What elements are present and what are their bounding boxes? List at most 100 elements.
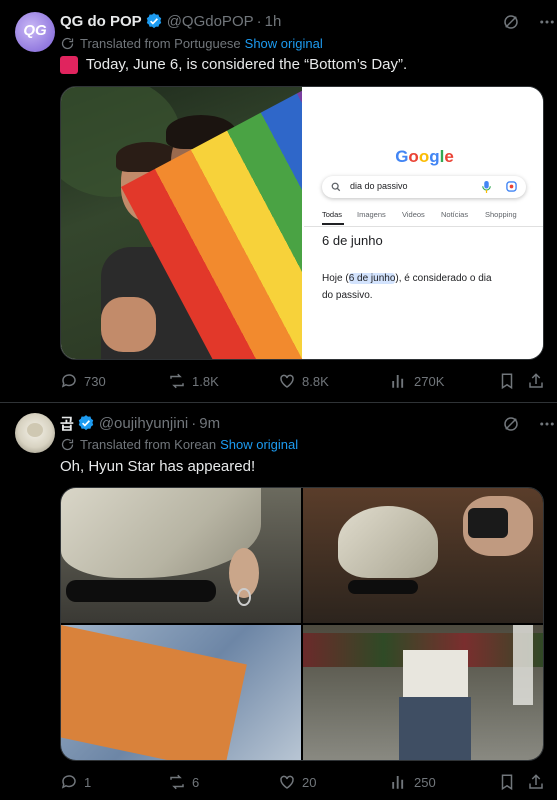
person-hands [101,297,156,352]
translate-icon [61,37,74,50]
google-query: dia do passivo [350,181,408,191]
siren-emoji: 🚨 [60,56,78,75]
like-count: 8.8K [302,373,329,389]
phone-shape [468,508,508,538]
mic-icon [482,181,491,193]
media-photo-4[interactable] [303,625,543,760]
reply-button[interactable]: 730 [60,372,106,390]
sunglasses-shape [66,580,216,602]
grok-icon[interactable] [502,13,520,35]
google-tab-videos[interactable]: Videos [402,210,425,219]
tweet-top-icons [502,13,556,35]
author-name[interactable]: 곱 [60,413,74,434]
translate-icon [61,438,74,451]
reply-icon [61,775,76,789]
grok-icon[interactable] [502,415,520,437]
person-shirt [403,650,468,700]
google-answer: Hoje (6 de junho), é considerado o dia d… [322,270,492,304]
bookmark-icon [501,774,513,791]
more-icon[interactable] [538,13,556,35]
like-button[interactable]: 8.8K [278,372,329,390]
media-photo-2[interactable] [303,488,543,623]
show-original-link[interactable]: Show original [245,36,323,51]
google-tab-images[interactable]: Imagens [357,210,386,219]
tweet-text-row: 🚨 Today, June 6, is considered the “Bott… [60,56,407,75]
google-answer-post: ), é considerado o dia [395,273,492,284]
avatar-logo-text: QG [23,22,47,39]
avatar[interactable] [15,413,55,453]
like-count: 20 [302,774,317,790]
heart-icon [280,374,294,388]
google-tab-shopping[interactable]: Shopping [485,210,517,219]
leather-patch [61,625,247,760]
media-photo-3[interactable] [61,625,301,760]
reply-count: 730 [84,373,106,389]
google-search-box[interactable]: dia do passivo [322,176,526,198]
repost-icon [170,774,184,790]
bookmark-button[interactable] [498,773,516,791]
show-original-link[interactable]: Show original [220,437,298,452]
views-count: 270K [414,373,445,389]
cap-shape [338,506,438,578]
share-icon [529,774,543,789]
reply-count: 1 [84,774,92,790]
views-icon [392,776,404,789]
tweet-actions: 1 6 20 250 [60,773,544,793]
media-google-screenshot[interactable]: Google dia do passivo Todas Imagens Vide… [304,87,543,359]
tweet-2[interactable]: 곱 @oujihyunjini · 9m Translated from Kor… [0,403,557,800]
google-answer-pre: Hoje ( [322,273,349,284]
views-count: 250 [414,774,436,790]
tweet-header: 곱 @oujihyunjini · 9m [60,413,220,433]
tweet-text: Oh, Hyun Star has appeared! [60,458,256,475]
verified-badge-icon [77,414,95,432]
tweet-top-icons [502,415,556,437]
verified-badge-icon [145,12,163,30]
bookmark-button[interactable] [498,372,516,390]
repost-count: 6 [192,774,200,790]
views-icon [392,375,404,388]
repost-button[interactable]: 6 [168,773,199,791]
tweet-header: QG do POP @QGdoPOP · 1h [60,11,281,31]
avatar[interactable]: QG [15,12,55,52]
timestamp[interactable]: 9m [199,415,220,432]
separator-dot: · [256,12,262,30]
translation-note: Translated from Portuguese Show original [60,36,323,51]
google-tabs: Todas Imagens Videos Notícias Shopping [322,210,537,226]
repost-icon [170,373,184,389]
tweet-media[interactable]: Google dia do passivo Todas Imagens Vide… [60,86,544,360]
author-name[interactable]: QG do POP [60,13,142,30]
views-button[interactable]: 270K [390,372,444,390]
avatar-figure [27,423,43,437]
heart-icon [280,775,294,789]
translated-from-label: Translated from Korean [80,437,217,452]
google-card-divider [304,226,543,227]
tweet-actions: 730 1.8K 8.8K 270K [60,372,544,392]
google-tab-news[interactable]: Notícias [441,210,468,219]
google-tab-all[interactable]: Todas [322,210,342,219]
like-button[interactable]: 20 [278,773,316,791]
reply-icon [61,374,76,388]
repost-count: 1.8K [192,373,219,389]
translation-note: Translated from Korean Show original [60,437,298,452]
views-button[interactable]: 250 [390,773,436,791]
more-icon[interactable] [538,415,556,437]
timestamp[interactable]: 1h [265,13,282,30]
repost-button[interactable]: 1.8K [168,372,219,390]
translated-from-label: Translated from Portuguese [80,36,241,51]
google-answer-highlight: 6 de junho [348,273,396,284]
share-button[interactable] [527,773,545,791]
author-handle[interactable]: @oujihyunjini [99,415,188,432]
person-jeans [399,697,471,760]
google-answer-line2: do passivo. [322,290,373,301]
tweet-1[interactable]: QG QG do POP @QGdoPOP · 1h Translated fr… [0,0,557,402]
tweet-media-grid [60,487,544,761]
google-tab-underline [322,223,344,225]
share-button[interactable] [527,372,545,390]
google-logo: Google [395,147,454,166]
reply-button[interactable]: 1 [60,773,91,791]
search-icon [331,182,341,192]
media-photo-1[interactable] [61,488,301,623]
media-photo-couple[interactable] [61,87,302,359]
bookmark-icon [501,373,513,390]
author-handle[interactable]: @QGdoPOP [167,13,254,30]
